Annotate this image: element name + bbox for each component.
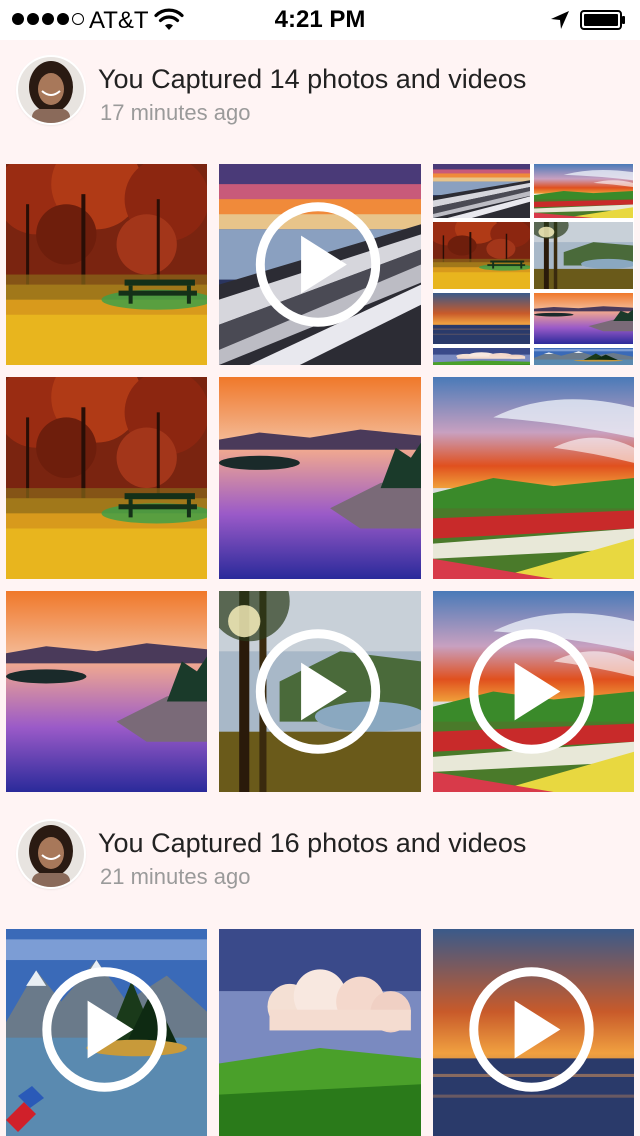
play-icon — [433, 929, 634, 1136]
capture-group-header[interactable]: You Captured 16 photos and videos 21 min… — [0, 804, 640, 904]
photo-thumbnail[interactable] — [433, 377, 634, 579]
video-thumbnail[interactable] — [219, 164, 421, 365]
status-bar: AT&T 4:21 PM — [0, 0, 640, 40]
photo-thumbnail[interactable] — [6, 377, 207, 579]
capture-title: You Captured 16 photos and videos — [98, 828, 527, 858]
app-logo-icon — [6, 1086, 44, 1132]
video-thumbnail[interactable] — [433, 591, 634, 792]
capture-timestamp: 17 minutes ago — [100, 100, 251, 125]
photo-thumbnail[interactable] — [6, 164, 207, 365]
photo-thumbnail[interactable] — [6, 591, 207, 792]
capture-group-header[interactable]: You Captured 14 photos and videos 17 min… — [0, 40, 640, 140]
capture-group: You Captured 16 photos and videos 21 min… — [0, 804, 640, 1136]
location-arrow-icon — [551, 11, 569, 29]
play-icon — [219, 164, 421, 365]
photo-thumbnail[interactable] — [219, 929, 421, 1136]
video-thumbnail[interactable] — [219, 591, 421, 792]
user-avatar[interactable] — [18, 57, 84, 123]
status-time: 4:21 PM — [274, 6, 366, 33]
user-avatar[interactable] — [18, 821, 84, 887]
capture-title: You Captured 14 photos and videos — [98, 64, 527, 94]
collage-thumbnail[interactable] — [433, 164, 634, 365]
battery-icon — [580, 10, 625, 30]
capture-group: You Captured 14 photos and videos 17 min… — [0, 40, 640, 804]
capture-timestamp: 21 minutes ago — [100, 864, 251, 889]
play-icon — [219, 591, 421, 792]
video-thumbnail[interactable] — [433, 929, 634, 1136]
photo-thumbnail[interactable] — [219, 377, 421, 579]
play-icon — [433, 591, 634, 792]
